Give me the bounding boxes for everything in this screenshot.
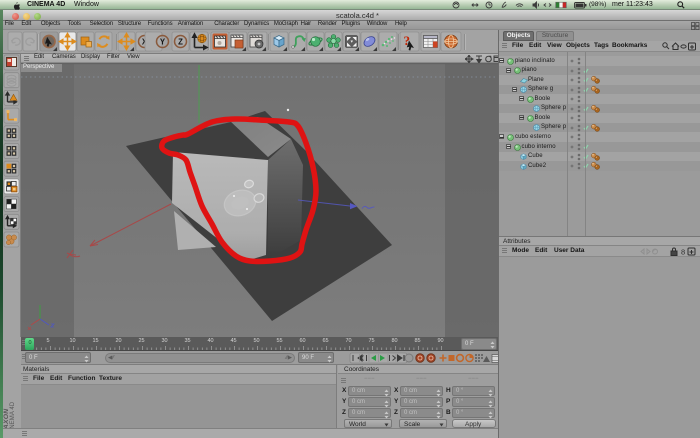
svg-text:Z: Z — [178, 38, 183, 47]
svg-text:Y: Y — [160, 38, 166, 47]
svg-text:8: 8 — [681, 248, 685, 257]
